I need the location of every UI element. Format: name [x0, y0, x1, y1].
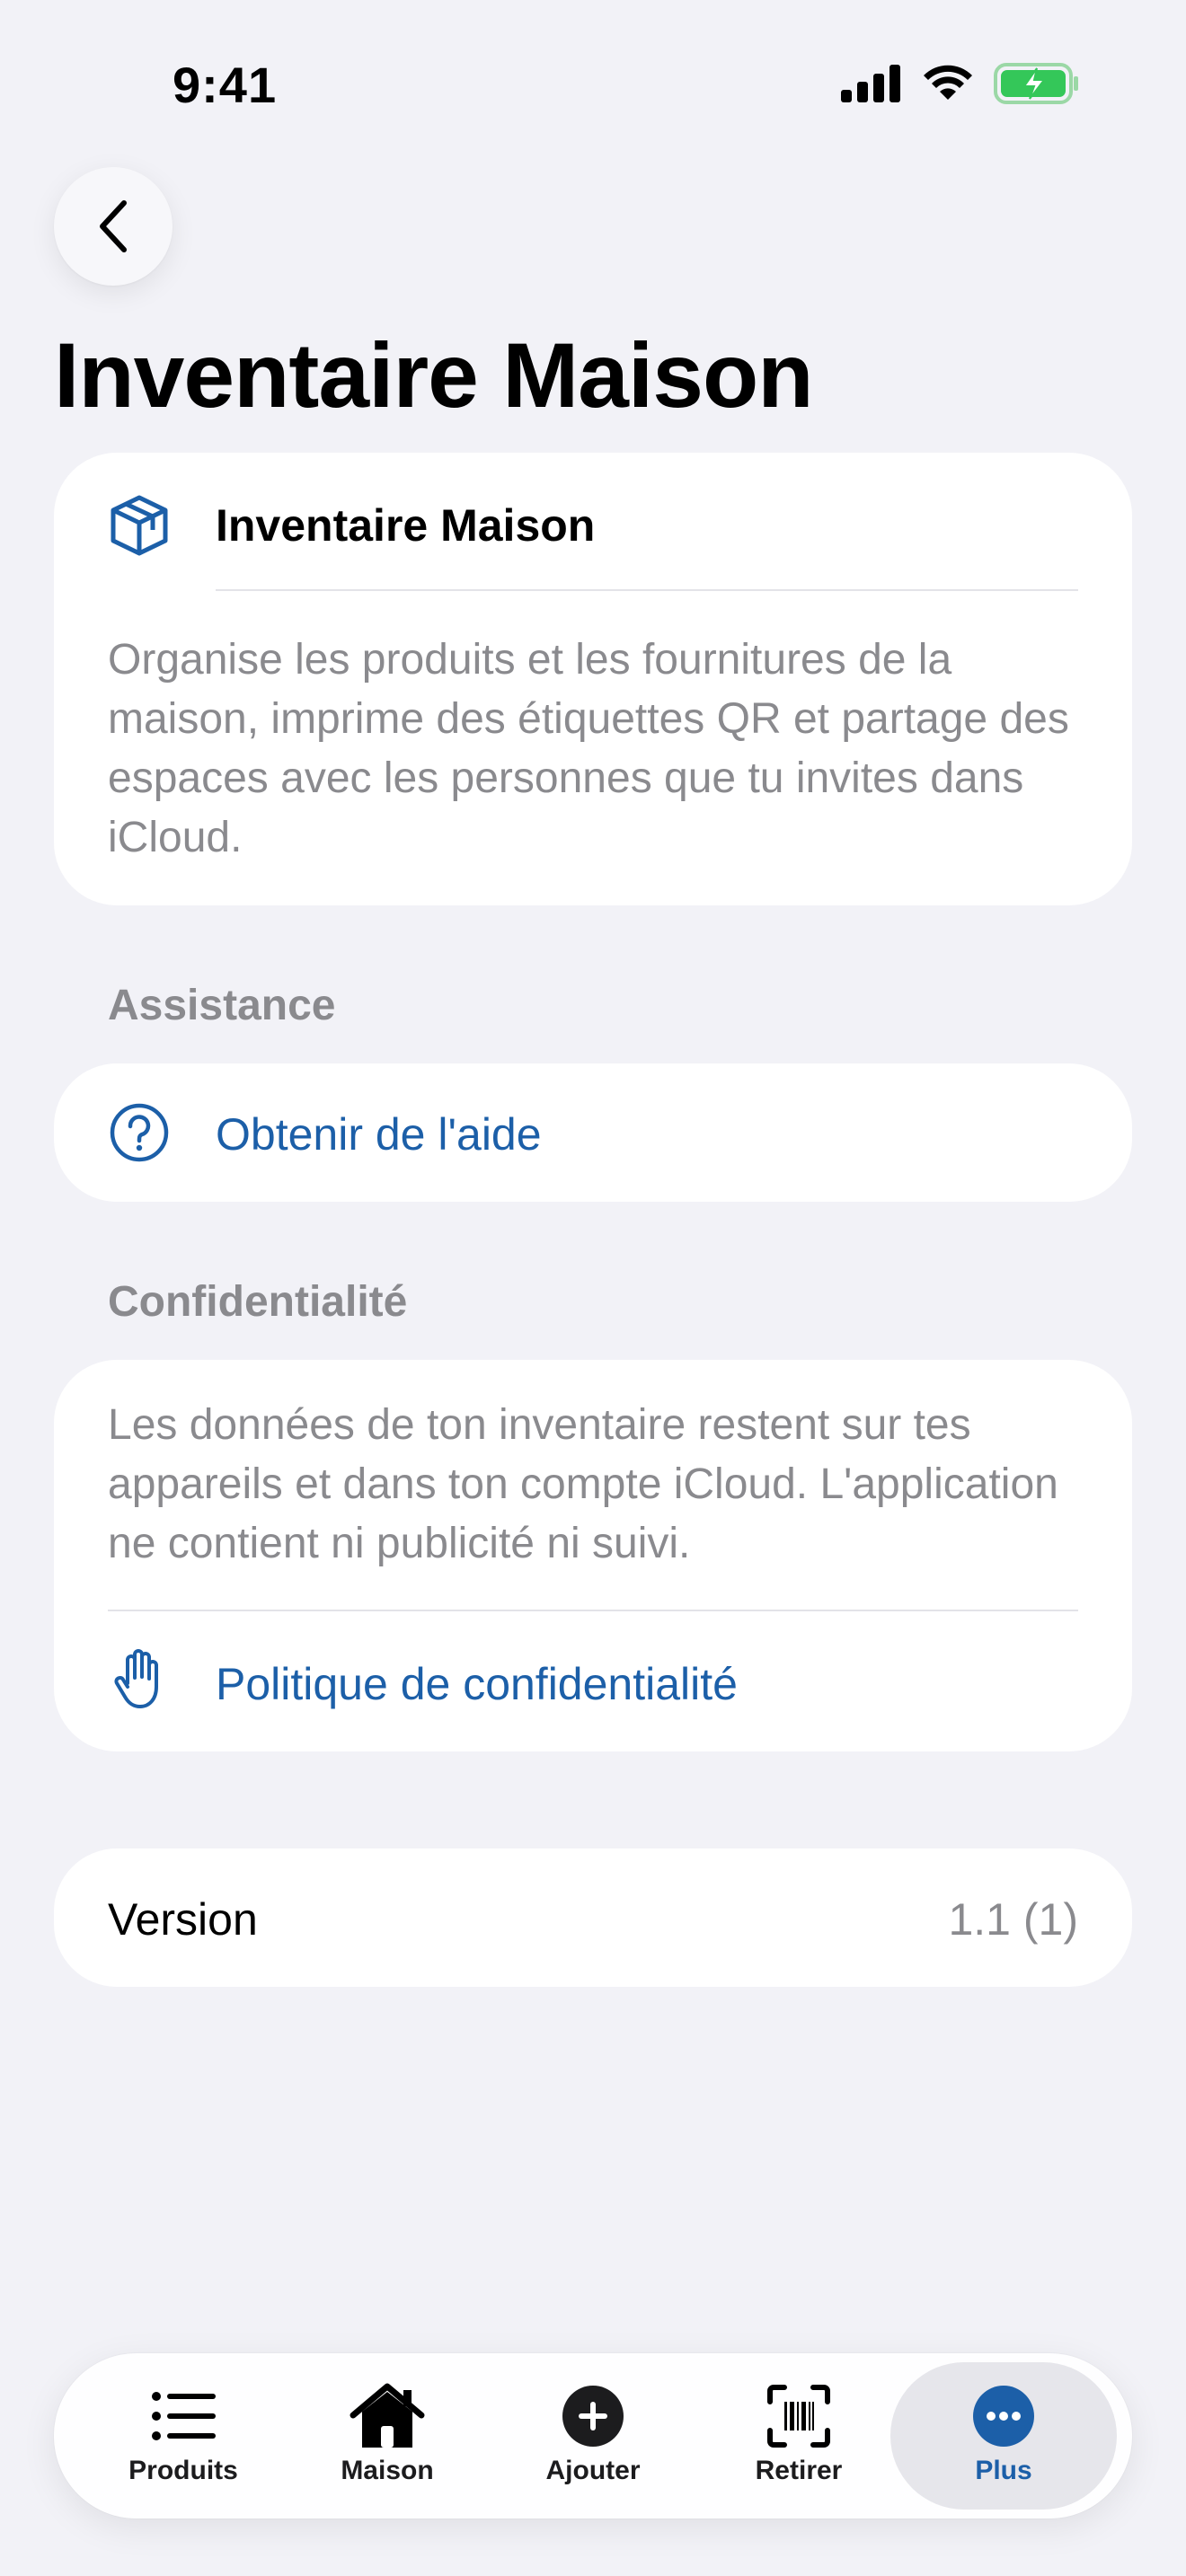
app-description: Organise les produits et les fournitures…	[108, 636, 1069, 861]
package-icon	[111, 495, 168, 556]
version-row: Version 1.1 (1)	[54, 1848, 1132, 1987]
barcode-scan-icon	[767, 2385, 830, 2448]
app-name: Inventaire Maison	[216, 500, 596, 551]
divider	[216, 589, 1078, 591]
version-label: Version	[108, 1894, 258, 1945]
section-header-assistance: Assistance	[108, 982, 336, 1029]
status-time: 9:41	[173, 57, 278, 113]
section-header-privacy: Confidentialité	[108, 1278, 408, 1326]
help-link[interactable]: Obtenir de l'aide	[216, 1108, 542, 1160]
status-bar: 9:41	[0, 0, 1186, 171]
privacy-policy-link[interactable]: Politique de confidentialité	[216, 1658, 738, 1710]
tab-bar: Produits Maison Ajouter Retirer Plus	[54, 2353, 1132, 2519]
status-icons	[841, 63, 1080, 104]
tab-maison[interactable]: Maison	[284, 2353, 491, 2519]
hand-icon	[114, 1649, 158, 1708]
chevron-left-icon	[100, 200, 127, 252]
privacy-policy-row[interactable]: Politique de confidentialité	[54, 1611, 1132, 1751]
wifi-icon	[924, 65, 972, 100]
tab-label: Retirer	[755, 2456, 843, 2485]
list-icon	[152, 2392, 216, 2440]
back-button[interactable]	[54, 167, 173, 286]
tab-ajouter[interactable]: Ajouter	[490, 2353, 696, 2519]
app-info-row: Inventaire Maison	[54, 453, 1132, 591]
tab-label: Ajouter	[545, 2456, 641, 2485]
tab-plus[interactable]: Plus	[890, 2362, 1117, 2510]
tab-label: Plus	[975, 2456, 1032, 2485]
battery-charging-icon	[994, 63, 1078, 104]
cellular-signal-icon	[841, 65, 900, 102]
house-icon	[350, 2383, 425, 2448]
plus-circle-icon	[562, 2386, 624, 2447]
tab-label: Maison	[341, 2456, 434, 2485]
privacy-text: Les données de ton inventaire restent su…	[108, 1401, 1058, 1567]
tab-label: Produits	[128, 2456, 238, 2485]
page-title: Inventaire Maison	[54, 324, 814, 427]
ellipsis-circle-icon	[973, 2386, 1034, 2447]
tab-produits[interactable]: Produits	[80, 2353, 287, 2519]
question-circle-icon	[110, 1103, 169, 1162]
privacy-card: Les données de ton inventaire restent su…	[54, 1360, 1132, 1751]
app-info-card: Inventaire Maison Organise les produits …	[54, 453, 1132, 905]
help-row[interactable]: Obtenir de l'aide	[54, 1063, 1132, 1202]
version-value: 1.1 (1)	[948, 1894, 1078, 1945]
tab-retirer[interactable]: Retirer	[695, 2353, 902, 2519]
